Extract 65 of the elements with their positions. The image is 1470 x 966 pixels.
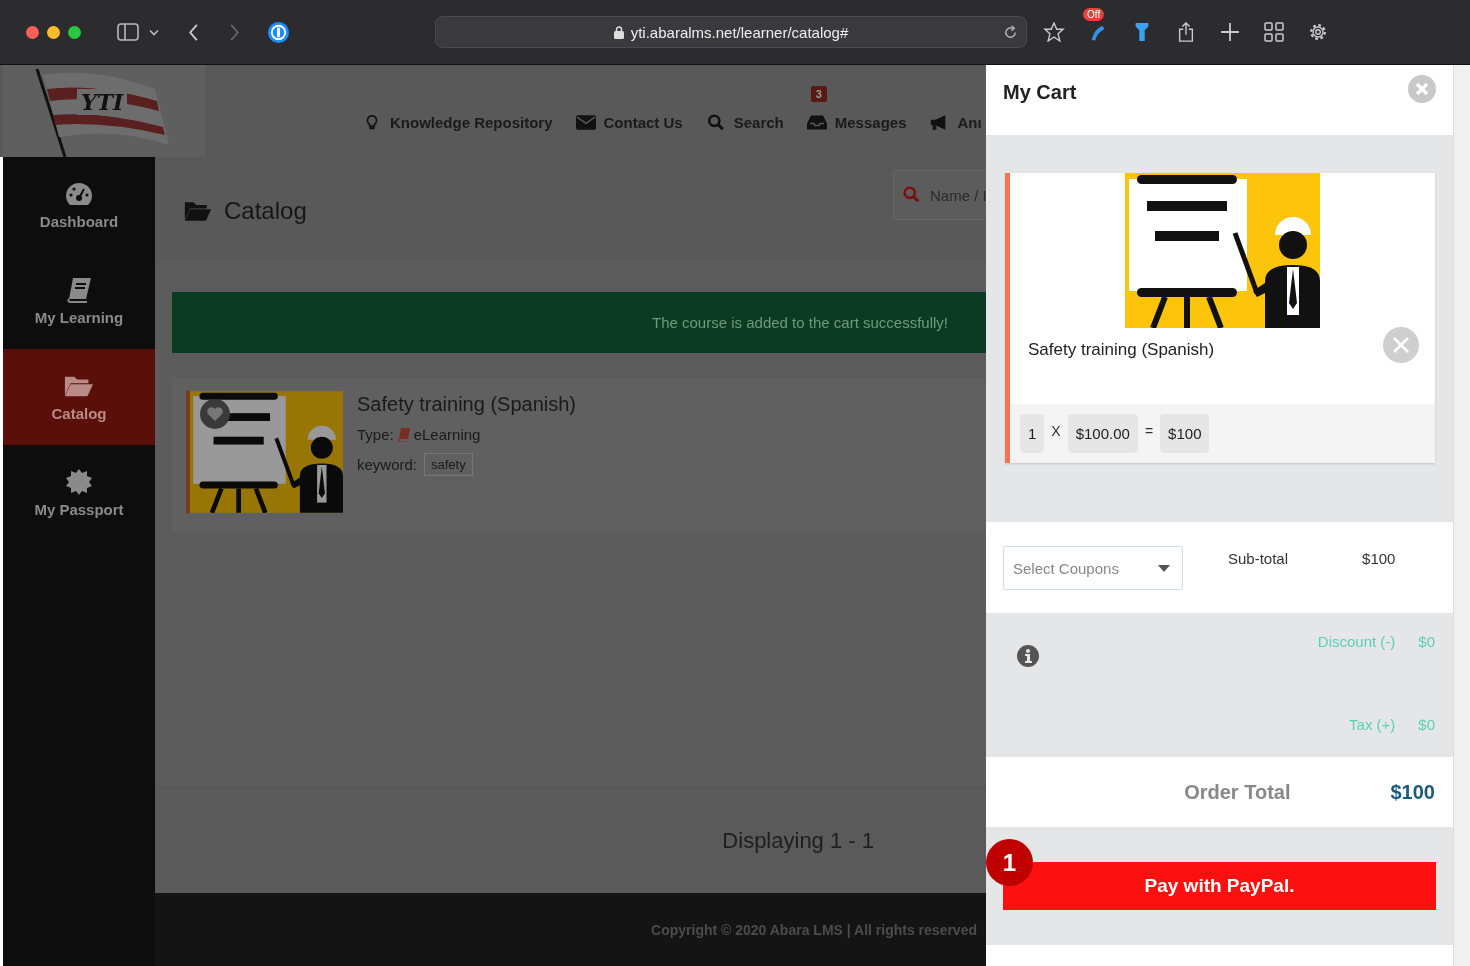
logo-text: YTI [77,89,128,115]
page-title: Catalog [224,197,307,225]
order-total-value: $100 [1390,780,1435,804]
minimize-window-button[interactable] [47,25,60,39]
copyright-text: Copyright © 2020 Abara LMS | All rights reserved [651,921,977,938]
gauge-icon [64,180,94,207]
extension-badge: Off [1083,8,1105,21]
caret-icon [1158,564,1170,572]
book-icon [64,276,94,303]
line-total: $100 [1160,414,1210,453]
cart-item-title: Safety training (Spanish) [1028,340,1215,360]
search-icon [903,186,920,203]
password-manager-icon[interactable] [267,20,290,44]
envelope-icon [575,113,596,131]
equals-sign: = [1144,422,1154,439]
sidebar-toggle-icon[interactable] [117,22,139,42]
keyword-label: keyword: [357,456,418,473]
inbox-icon [806,113,827,131]
coupon-select[interactable]: Select Coupons [1003,546,1183,590]
cart-title: My Cart [1003,81,1077,104]
nav-link[interactable]: Contact Us [575,113,683,131]
discount-label: Discount (-) [1317,633,1396,650]
nav-link[interactable]: Anı [929,113,982,131]
reload-icon[interactable] [1003,25,1018,40]
address-bar[interactable]: yti.abaralms.net/learner/catalog# [435,16,1027,48]
subtotal-value: $100 [1362,550,1396,567]
folder-icon [184,200,212,222]
subtotal-label: Sub-total [1228,550,1289,567]
settings-icon[interactable] [1307,22,1329,42]
tax-value: $0 [1418,716,1435,733]
tab-overview-icon[interactable] [1263,22,1285,42]
sidebar-item[interactable]: My Learning [3,253,155,349]
nav-link[interactable]: Search [705,113,784,131]
sidebar-item[interactable]: Dashboard [3,157,155,253]
pagination-info: Displaying 1 - 1 [722,827,874,854]
type-label: Type: [357,426,394,443]
sidebar-item[interactable]: Catalog [3,349,155,445]
seal-icon [64,468,94,495]
unit-price: $100.00 [1067,414,1138,453]
chevron-down-icon[interactable] [149,28,159,36]
book-icon [397,427,410,442]
forward-icon[interactable] [229,23,239,41]
keyword-tag[interactable]: safety [424,453,473,476]
multiply-sign: X [1051,422,1061,439]
quantity-value: 1 [1020,414,1045,453]
message-count-badge: 3 [810,85,827,102]
star-icon[interactable] [1043,22,1065,42]
nav-link[interactable]: Knowledge Repository [362,113,553,131]
search-icon [705,113,726,131]
sidebar-item[interactable]: My Passport [3,445,155,541]
close-window-button[interactable] [26,25,39,39]
course-title[interactable]: Safety training (Spanish) [357,393,576,416]
alert-message: The course is added to the cart successfully! [652,314,948,331]
order-total-label: Order Total [1184,780,1291,804]
discount-value: $0 [1418,633,1435,650]
info-icon[interactable] [1017,645,1039,667]
new-tab-icon[interactable] [1219,22,1241,42]
step-number-badge: 1 [986,839,1033,886]
back-icon[interactable] [189,23,199,41]
course-type: eLearning [413,426,481,443]
lock-icon [613,25,624,39]
zoom-window-button[interactable] [68,25,81,39]
tax-label: Tax (+) [1349,716,1396,733]
url-text: yti.abaralms.net/learner/catalog# [630,23,849,41]
logo[interactable]: YTI [3,65,205,157]
